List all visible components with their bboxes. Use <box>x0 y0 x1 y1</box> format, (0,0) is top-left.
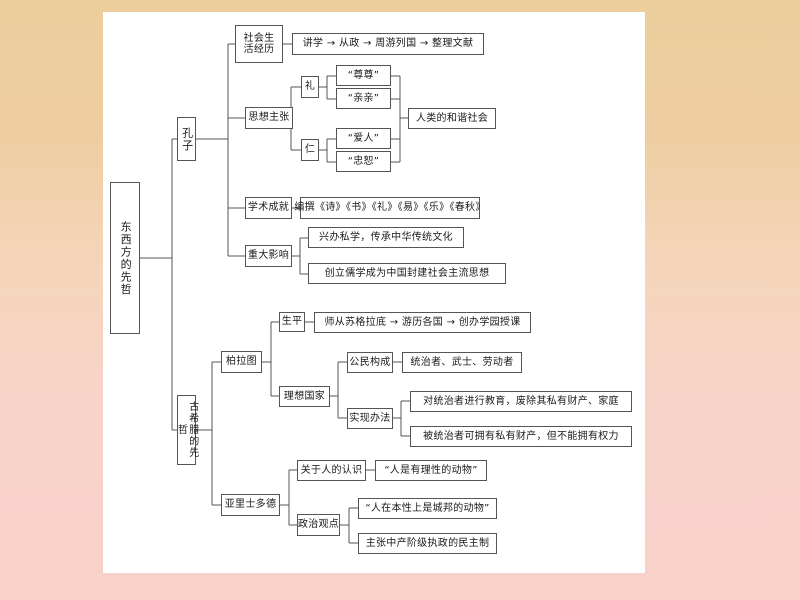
detail-citizen-composition[interactable]: 统治者、武士、劳动者 <box>402 352 522 373</box>
detail-confucius-impact-1[interactable]: 兴办私学，传承中华传统文化 <box>308 227 464 248</box>
node-confucius[interactable]: 孔子 <box>177 117 196 161</box>
detail-confucius-life[interactable]: 讲学 → 从政 → 周游列国 → 整理文献 <box>292 33 484 55</box>
detail-human-understanding[interactable]: “人是有理性的动物” <box>375 460 487 481</box>
node-human-understanding[interactable]: 关于人的认识 <box>297 460 366 481</box>
node-li-item-2[interactable]: “亲亲” <box>336 88 391 109</box>
node-plato[interactable]: 柏拉图 <box>221 351 262 373</box>
node-harmonious-society[interactable]: 人类的和谐社会 <box>408 108 496 129</box>
node-political-views[interactable]: 政治观点 <box>297 514 340 536</box>
node-ideal-state[interactable]: 理想国家 <box>279 386 330 407</box>
node-ren-item-1[interactable]: “爱人” <box>336 128 391 149</box>
detail-confucius-academic[interactable]: 编撰《诗》《书》《礼》《易》《乐》《春秋》 <box>294 197 485 219</box>
node-aristotle[interactable]: 亚里士多德 <box>221 494 280 516</box>
node-ren[interactable]: 仁 <box>301 139 319 161</box>
node-confucius-impact[interactable]: 重大影响 <box>245 245 292 267</box>
node-li-item-1[interactable]: “尊尊” <box>336 65 391 86</box>
node-citizen-composition[interactable]: 公民构成 <box>347 352 393 373</box>
node-implementation-methods[interactable]: 实现办法 <box>347 408 393 429</box>
node-confucius-academic[interactable]: 学术成就 <box>245 197 292 219</box>
node-confucius-thought[interactable]: 思想主张 <box>245 107 293 129</box>
root-node[interactable]: 东西方的先哲 <box>110 182 140 334</box>
detail-political-views-1[interactable]: “人在本性上是城邦的动物” <box>358 498 497 519</box>
node-greek-philosophers[interactable]: 古希腊的先哲 <box>176 395 198 465</box>
detail-plato-life[interactable]: 师从苏格拉底 → 游历各国 → 创办学园授课 <box>314 312 531 333</box>
detail-political-views-2[interactable]: 主张中产阶级执政的民主制 <box>358 533 497 554</box>
node-confucius-life[interactable]: 社会生 活经历 <box>235 25 283 63</box>
diagram-canvas: 东西方的先哲 孔子 社会生 活经历 讲学 → 从政 → 周游列国 → 整理文献 … <box>0 0 800 600</box>
detail-confucius-impact-2[interactable]: 创立儒学成为中国封建社会主流思想 <box>308 263 506 284</box>
node-li[interactable]: 礼 <box>301 76 319 98</box>
detail-implementation-2[interactable]: 被统治者可拥有私有财产，但不能拥有权力 <box>410 426 632 447</box>
node-plato-life[interactable]: 生平 <box>279 312 305 332</box>
detail-implementation-1[interactable]: 对统治者进行教育，废除其私有财产、家庭 <box>410 391 632 412</box>
node-ren-item-2[interactable]: “忠恕” <box>336 151 391 172</box>
